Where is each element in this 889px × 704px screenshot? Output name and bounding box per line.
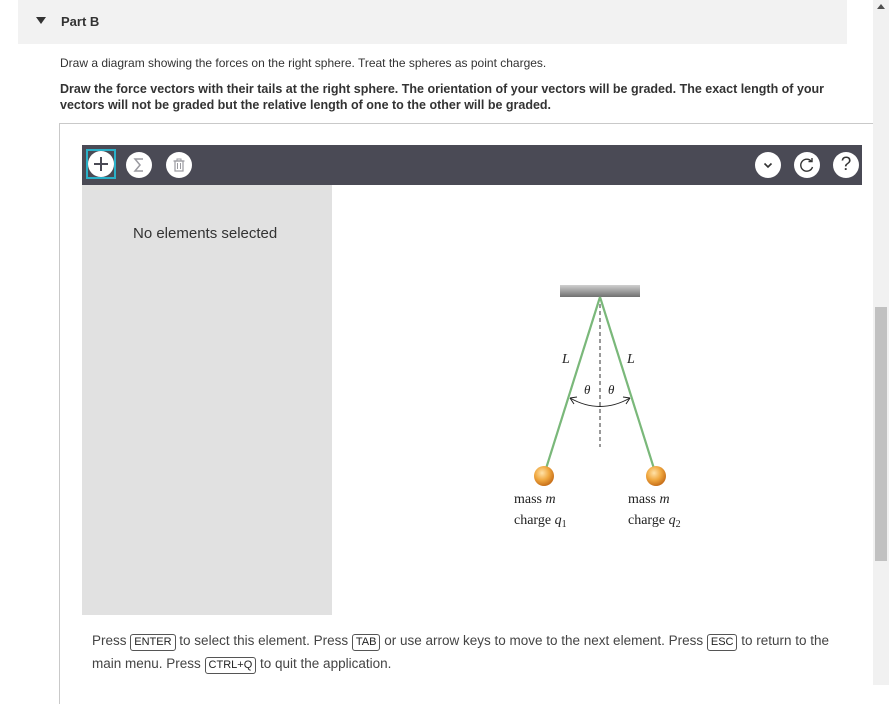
reset-button[interactable]: [794, 152, 820, 178]
chevron-down-icon: [763, 162, 773, 169]
enter-key-badge: ENTER: [130, 634, 176, 651]
left-charge-label: charge q1: [514, 513, 567, 530]
collapse-caret-icon[interactable]: [36, 17, 46, 24]
scrollbar-thumb[interactable]: [875, 307, 887, 561]
tab-key-badge: TAB: [351, 634, 381, 651]
sum-button[interactable]: [126, 152, 152, 178]
instruction-text: Draw a diagram showing the forces on the…: [60, 56, 547, 70]
add-icon: [94, 157, 108, 171]
drawing-toolbar: ?: [82, 145, 862, 185]
properties-panel: No elements selected: [82, 185, 332, 615]
part-title: Part B: [61, 14, 100, 29]
ctrl-q-key-badge: CTRL+Q: [204, 657, 257, 674]
sigma-icon: [133, 158, 143, 172]
ceiling-support: [560, 285, 640, 297]
help-button[interactable]: ?: [833, 152, 859, 178]
options-dropdown-button[interactable]: [755, 152, 781, 178]
add-vector-focus[interactable]: [86, 149, 116, 179]
right-theta-label: θ: [608, 382, 615, 397]
left-sphere: [534, 466, 554, 486]
add-button[interactable]: [88, 151, 114, 177]
left-mass-label: mass m: [514, 492, 556, 507]
scroll-up-arrow-icon[interactable]: [877, 4, 885, 9]
delete-button[interactable]: [166, 152, 192, 178]
keyboard-help-text: Press ENTER to select this element. Pres…: [92, 629, 832, 675]
right-length-label: L: [626, 352, 635, 367]
pendulum-diagram[interactable]: L L θ θ mass m mass m charge q1 charge q…: [444, 275, 764, 535]
left-string: [542, 296, 602, 476]
right-mass-label: mass m: [628, 492, 670, 507]
esc-key-badge: ESC: [706, 634, 738, 651]
reset-icon: [800, 158, 814, 172]
instruction-bold-text: Draw the force vectors with their tails …: [60, 82, 825, 112]
pendulum-figure: L L θ θ mass m mass m charge q1 charge q…: [514, 285, 681, 530]
left-length-label: L: [561, 352, 570, 367]
part-header[interactable]: Part B: [18, 0, 847, 44]
right-charge-label: charge q2: [628, 513, 681, 530]
right-sphere: [646, 466, 666, 486]
help-icon: ?: [840, 154, 852, 175]
trash-icon: [173, 158, 185, 172]
no-selection-text: No elements selected: [133, 225, 278, 242]
left-theta-label: θ: [584, 382, 591, 397]
